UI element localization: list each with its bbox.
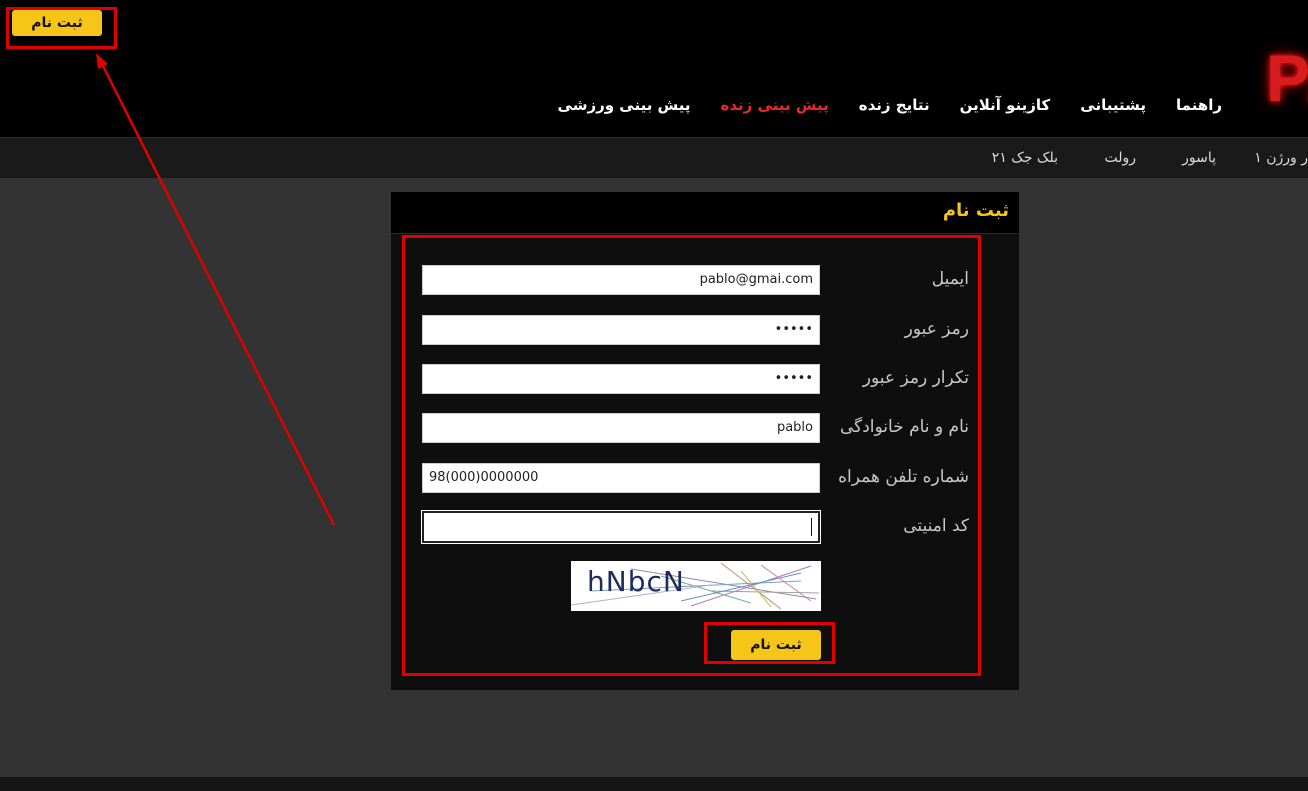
footer-strip <box>0 777 1308 791</box>
annotation-arrow <box>96 53 336 526</box>
